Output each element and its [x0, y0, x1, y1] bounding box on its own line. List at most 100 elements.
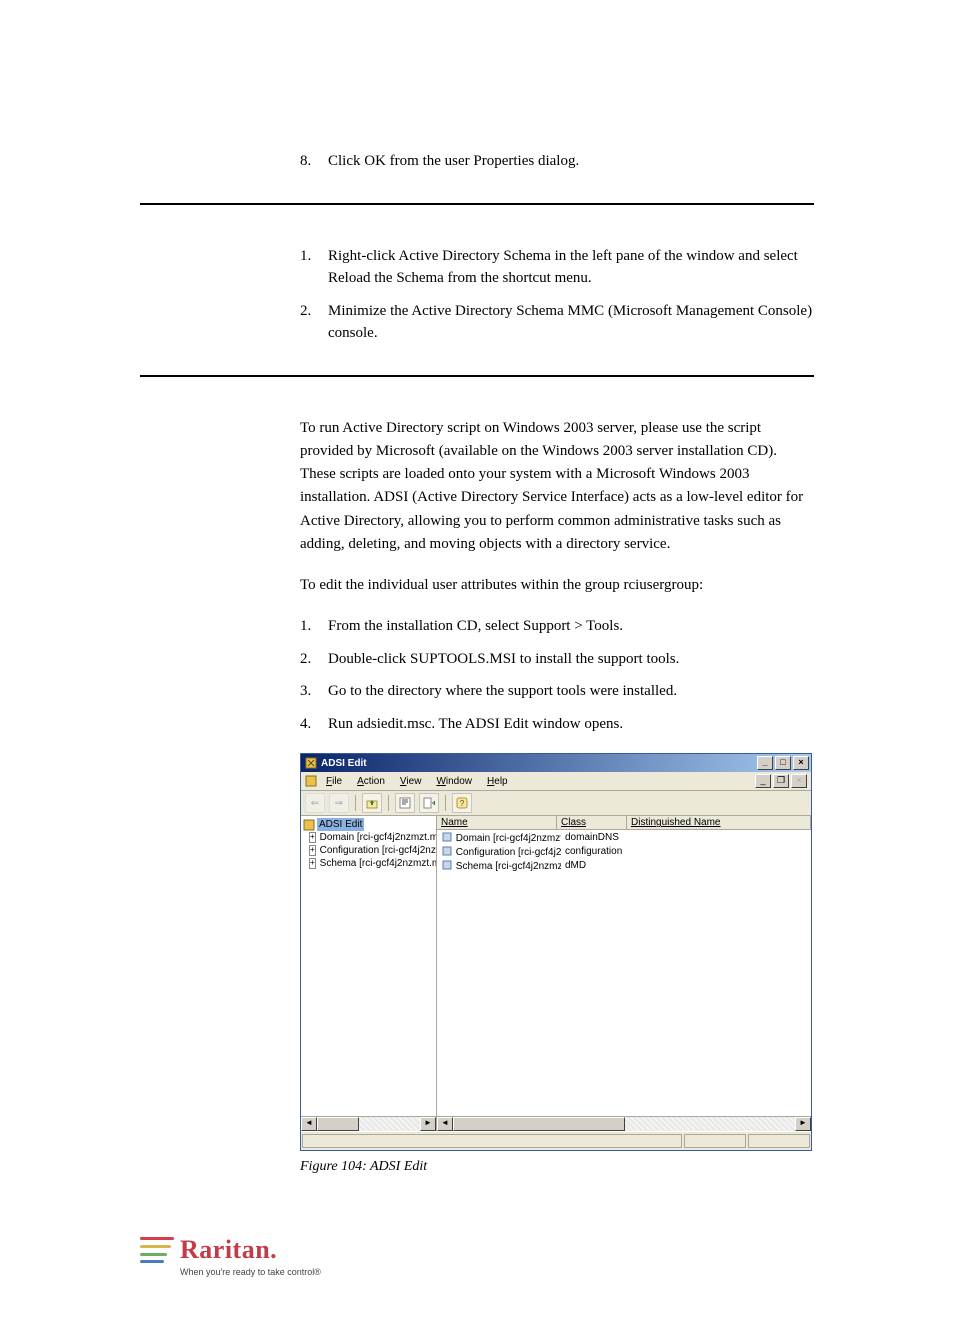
section-divider — [140, 375, 814, 377]
menu-bar: File Action View Window Help _ ❐ × — [301, 772, 811, 791]
container-icon — [441, 859, 453, 871]
container-icon — [441, 831, 453, 843]
item-text: Right-click Active Directory Schema in t… — [328, 245, 814, 290]
logo-tagline: When you're ready to take control® — [180, 1267, 321, 1277]
item-number: 2. — [300, 300, 328, 345]
step-list-2: 1. Right-click Active Directory Schema i… — [300, 245, 814, 345]
item-number: 2. — [300, 648, 328, 671]
status-bar — [301, 1131, 811, 1150]
scroll-left-button[interactable]: ◄ — [437, 1117, 453, 1131]
section-divider — [140, 203, 814, 205]
tree-item[interactable]: + Schema [rci-gcf4j2nzmzt.mypc.m — [303, 857, 434, 870]
toolbar-separator — [388, 795, 389, 811]
cell-class: configuration — [561, 845, 635, 859]
window-title: ADSI Edit — [321, 758, 367, 769]
up-button[interactable] — [362, 793, 382, 813]
minimize-button[interactable]: _ — [757, 756, 773, 770]
window-titlebar: ADSI Edit _ □ × — [301, 754, 811, 772]
item-text: Click OK from the user Properties dialog… — [328, 150, 814, 173]
help-button[interactable]: ? — [452, 793, 472, 813]
cell-name: Configuration [rci-gcf4j2nzmz… — [456, 847, 561, 858]
mdi-minimize-button[interactable]: _ — [755, 774, 771, 788]
mdi-restore-button[interactable]: ❐ — [773, 774, 789, 788]
adsi-window: ADSI Edit _ □ × File Action View Window … — [300, 753, 812, 1151]
mdi-app-icon — [305, 775, 317, 787]
adsi-edit-screenshot: ADSI Edit _ □ × File Action View Window … — [300, 753, 814, 1151]
list-row[interactable]: Domain [rci-gcf4j2nzmzt.mypc… domainDNS — [437, 831, 811, 845]
scroll-right-button[interactable]: ► — [420, 1117, 436, 1131]
item-text: From the installation CD, select Support… — [328, 615, 814, 638]
list-item: 3. Go to the directory where the support… — [300, 680, 814, 703]
cell-name: Domain [rci-gcf4j2nzmzt.mypc… — [456, 833, 561, 844]
column-dn[interactable]: Distinguished Name — [627, 816, 811, 829]
toolbar-separator — [445, 795, 446, 811]
list-item: 2. Minimize the Active Directory Schema … — [300, 300, 814, 345]
list-row[interactable]: Schema [rci-gcf4j2nzmzt.myp… dMD — [437, 859, 811, 873]
column-headers[interactable]: Name Class Distinguished Name — [437, 816, 811, 830]
item-text: Go to the directory where the support to… — [328, 680, 814, 703]
item-number: 4. — [300, 713, 328, 736]
list-item: 1. From the installation CD, select Supp… — [300, 615, 814, 638]
tree-scrollbar[interactable]: ◄ ► — [301, 1116, 437, 1131]
close-button[interactable]: × — [793, 756, 809, 770]
menu-file[interactable]: File — [320, 775, 348, 788]
mdi-close-button[interactable]: × — [791, 774, 807, 788]
app-icon — [305, 757, 317, 769]
export-list-icon — [423, 797, 435, 809]
column-class[interactable]: Class — [557, 816, 627, 829]
adsi-root-icon — [303, 819, 315, 831]
tree-item-label: Domain [rci-gcf4j2nzmzt.mypc.my — [320, 831, 437, 844]
tree-pane[interactable]: ADSI Edit + Domain [rci-gcf4j2nzmzt.mypc… — [301, 816, 437, 1116]
item-number: 3. — [300, 680, 328, 703]
expand-icon[interactable]: + — [309, 858, 316, 869]
menu-action[interactable]: Action — [351, 775, 391, 788]
list-scrollbar[interactable]: ◄ ► — [437, 1116, 811, 1131]
tree-item[interactable]: + Configuration [rci-gcf4j2nzmzt.m — [303, 844, 434, 857]
list-item: 1. Right-click Active Directory Schema i… — [300, 245, 814, 290]
menu-help[interactable]: Help — [481, 775, 514, 788]
menu-window[interactable]: Window — [430, 775, 478, 788]
maximize-button[interactable]: □ — [775, 756, 791, 770]
list-item: 8. Click OK from the user Properties dia… — [300, 150, 814, 173]
tree-item[interactable]: + Domain [rci-gcf4j2nzmzt.mypc.my — [303, 831, 434, 844]
cell-name: Schema [rci-gcf4j2nzmzt.myp… — [456, 861, 561, 872]
status-cell — [684, 1134, 746, 1148]
item-number: 1. — [300, 245, 328, 290]
back-button[interactable]: ⇐ — [305, 793, 325, 813]
tree-item-label: Schema [rci-gcf4j2nzmzt.mypc.m — [320, 857, 437, 870]
item-text: Minimize the Active Directory Schema MMC… — [328, 300, 814, 345]
folder-up-icon — [366, 797, 378, 809]
scrollbar-row: ◄ ► ◄ ► — [301, 1116, 811, 1131]
step-list-1: 8. Click OK from the user Properties dia… — [300, 150, 814, 173]
status-cell — [748, 1134, 810, 1148]
footer: Raritan. When you're ready to take contr… — [140, 1235, 814, 1277]
toolbar: ⇐ ⇒ ? — [301, 791, 811, 816]
export-button[interactable] — [419, 793, 439, 813]
expand-icon[interactable]: + — [309, 832, 316, 843]
scroll-right-button[interactable]: ► — [795, 1117, 811, 1131]
scroll-thumb[interactable] — [453, 1117, 625, 1131]
toolbar-separator — [355, 795, 356, 811]
expand-icon[interactable]: + — [309, 845, 316, 856]
cell-class: dMD — [561, 859, 635, 873]
figure-caption: Figure 104: ADSI Edit — [300, 1159, 814, 1175]
scroll-left-button[interactable]: ◄ — [301, 1117, 317, 1131]
help-icon: ? — [456, 797, 468, 809]
logo-text: Raritan. — [180, 1235, 277, 1265]
client-area: ADSI Edit + Domain [rci-gcf4j2nzmzt.mypc… — [301, 816, 811, 1116]
svg-text:?: ? — [460, 799, 465, 808]
tree-root[interactable]: ADSI Edit — [303, 818, 434, 831]
item-text: Double-click SUPTOOLS.MSI to install the… — [328, 648, 814, 671]
paragraph: To run Active Directory script on Window… — [300, 417, 814, 557]
list-item: 2. Double-click SUPTOOLS.MSI to install … — [300, 648, 814, 671]
refresh-button[interactable] — [395, 793, 415, 813]
column-name[interactable]: Name — [437, 816, 557, 829]
forward-button[interactable]: ⇒ — [329, 793, 349, 813]
menu-view[interactable]: View — [394, 775, 428, 788]
container-icon — [441, 845, 453, 857]
list-item: 4. Run adsiedit.msc. The ADSI Edit windo… — [300, 713, 814, 736]
scroll-thumb[interactable] — [317, 1117, 359, 1131]
list-pane[interactable]: Name Class Distinguished Name Domain [rc… — [437, 816, 811, 1116]
cell-class: domainDNS — [561, 831, 635, 845]
list-row[interactable]: Configuration [rci-gcf4j2nzmz… configura… — [437, 845, 811, 859]
